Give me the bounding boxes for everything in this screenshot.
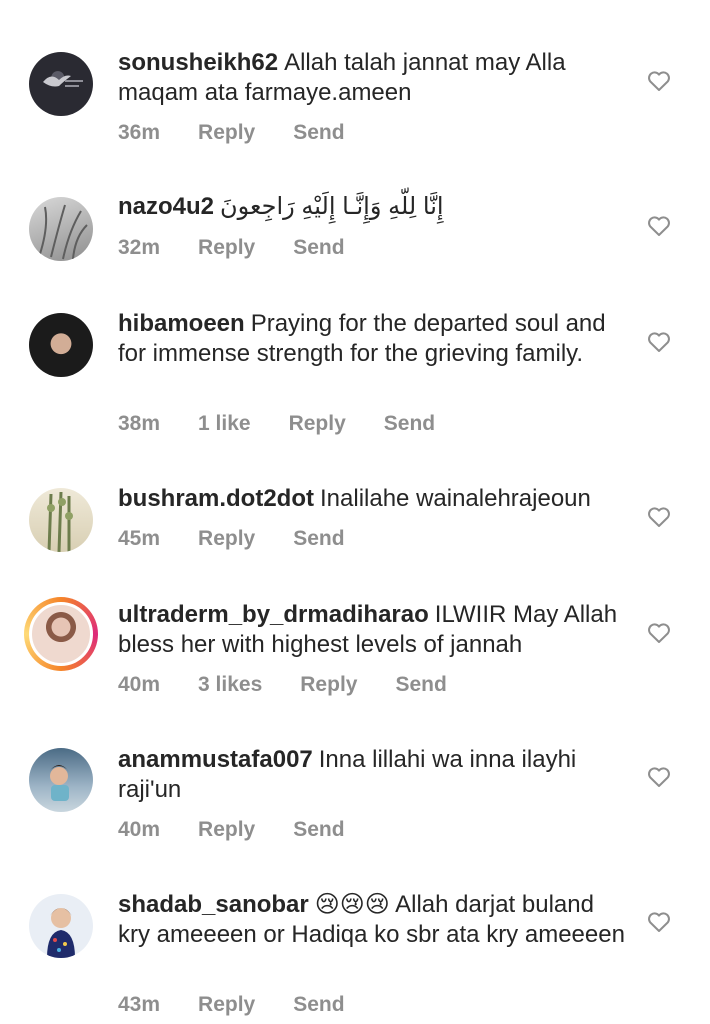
comment-meta: 45m Reply Send <box>118 527 383 551</box>
heart-icon[interactable] <box>647 622 671 644</box>
comment-meta: 40m Reply Send <box>118 818 383 842</box>
reply-button[interactable]: Reply <box>198 121 255 145</box>
comment-text: إِنَّا لِلّهِ وَإِنَّـا إِلَيْهِ رَاجِعو… <box>220 193 444 220</box>
comment-body: bushram.dot2dot Inalilahe wainalehrajeoun <box>118 484 628 514</box>
comment-username[interactable]: nazo4u2 <box>118 193 214 220</box>
story-ring-avatar[interactable] <box>24 597 98 671</box>
avatar[interactable] <box>29 894 93 958</box>
girl-icon <box>47 908 75 958</box>
send-button[interactable]: Send <box>293 236 344 260</box>
send-button[interactable]: Send <box>293 121 344 145</box>
reply-button[interactable]: Reply <box>198 236 255 260</box>
heart-icon[interactable] <box>647 70 671 92</box>
comment-username[interactable]: bushram.dot2dot <box>118 485 314 512</box>
send-button[interactable]: Send <box>293 818 344 842</box>
reply-button[interactable]: Reply <box>198 527 255 551</box>
comment-body: nazo4u2 إِنَّا لِلّهِ وَإِنَّـا إِلَيْهِ … <box>118 192 628 222</box>
comment-meta: 36m Reply Send <box>118 121 383 145</box>
reply-button[interactable]: Reply <box>300 673 357 697</box>
comment-time: 36m <box>118 121 161 144</box>
comment-time: 45m <box>118 527 161 550</box>
heart-icon[interactable] <box>647 331 671 353</box>
heart-icon[interactable] <box>647 215 671 237</box>
comment-body: sonusheikh62 Allah talah jannat may Alla … <box>118 48 628 108</box>
comment-time: 40m <box>118 673 161 696</box>
comment-body: shadab_sanobar 😢😢😢 Allah darjat buland kr… <box>118 890 628 950</box>
reply-button[interactable]: Reply <box>198 993 255 1017</box>
like-count[interactable]: 3 likes <box>198 673 262 697</box>
send-button[interactable]: Send <box>293 527 344 551</box>
comment-body: hibamoeen Praying for the departed soul a… <box>118 309 628 369</box>
send-button[interactable]: Send <box>395 673 446 697</box>
grass-icon <box>38 204 88 260</box>
comment-username[interactable]: sonusheikh62 <box>118 49 278 76</box>
comment-username[interactable]: hibamoeen <box>118 310 245 337</box>
avatar <box>29 602 93 666</box>
avatar[interactable] <box>29 313 93 377</box>
heart-icon[interactable] <box>647 911 671 933</box>
comment-meta: 40m 3 likes Reply Send <box>118 673 485 697</box>
comment-meta: 38m 1 like Reply Send <box>118 412 473 436</box>
comment-meta: 32m Reply Send <box>118 236 383 260</box>
avatar[interactable] <box>29 197 93 261</box>
comment-body: ultraderm_by_drmadiharao ILWIIR May Allah… <box>118 600 628 660</box>
avatar[interactable] <box>29 488 93 552</box>
reply-button[interactable]: Reply <box>289 412 346 436</box>
comment-body: anammustafa007 Inna lillahi wa inna ilayh… <box>118 745 628 805</box>
comment-time: 32m <box>118 236 161 259</box>
like-count[interactable]: 1 like <box>198 412 251 436</box>
send-button[interactable]: Send <box>384 412 435 436</box>
heart-icon[interactable] <box>647 506 671 528</box>
avatar[interactable] <box>29 52 93 116</box>
comment-time: 40m <box>118 818 161 841</box>
comment-username[interactable]: anammustafa007 <box>118 746 313 773</box>
child-icon <box>49 765 69 801</box>
comment-meta: 43m Reply Send <box>118 993 383 1017</box>
plant-icon <box>47 491 73 552</box>
comment-time: 43m <box>118 993 161 1016</box>
comment-text: Inalilahe wainalehrajeoun <box>320 485 591 512</box>
comment-username[interactable]: shadab_sanobar <box>118 891 309 918</box>
send-button[interactable]: Send <box>293 993 344 1017</box>
comment-time: 38m <box>118 412 161 435</box>
reply-button[interactable]: Reply <box>198 818 255 842</box>
dove-icon <box>43 75 83 87</box>
avatar[interactable] <box>29 748 93 812</box>
heart-icon[interactable] <box>647 766 671 788</box>
comment-username[interactable]: ultraderm_by_drmadiharao <box>118 601 429 628</box>
